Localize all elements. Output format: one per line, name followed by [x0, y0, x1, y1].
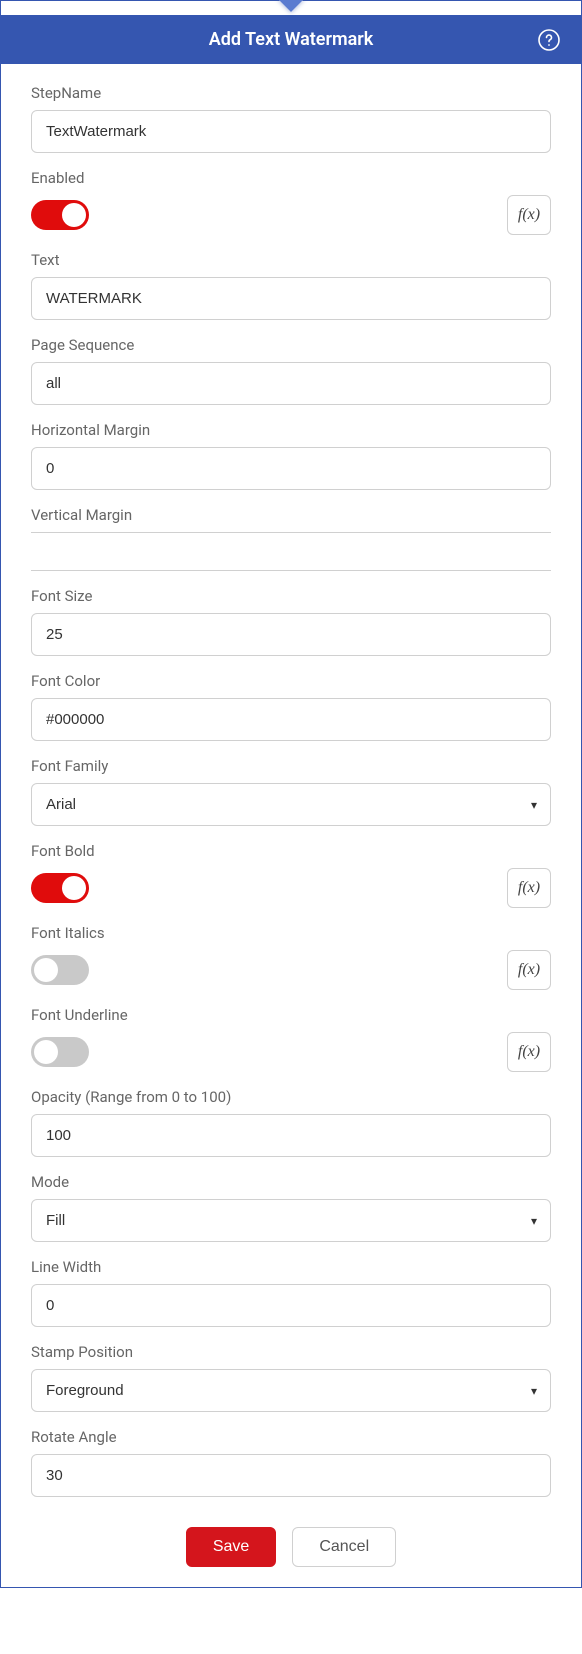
- label-stamp-position: Stamp Position: [31, 1343, 551, 1361]
- dialog-header: Add Text Watermark: [1, 15, 581, 64]
- dialog-arrow-icon: [279, 0, 303, 12]
- fx-button-font-bold[interactable]: f(x): [507, 868, 551, 908]
- field-rotate-angle: Rotate Angle: [31, 1428, 551, 1497]
- field-font-size: Font Size: [31, 587, 551, 656]
- field-vertical-margin: Vertical Margin: [31, 506, 551, 571]
- select-stamp-position[interactable]: [31, 1369, 551, 1412]
- label-font-size: Font Size: [31, 587, 551, 605]
- toggle-enabled[interactable]: [31, 200, 89, 230]
- input-text[interactable]: [31, 277, 551, 320]
- label-line-width: Line Width: [31, 1258, 551, 1276]
- save-button[interactable]: Save: [186, 1527, 276, 1567]
- field-horizontal-margin: Horizontal Margin: [31, 421, 551, 490]
- label-opacity: Opacity (Range from 0 to 100): [31, 1088, 551, 1106]
- dialog-container: Add Text Watermark StepName Enabled f(x)…: [0, 0, 582, 1588]
- label-enabled: Enabled: [31, 169, 551, 187]
- cancel-button[interactable]: Cancel: [292, 1527, 396, 1567]
- field-opacity: Opacity (Range from 0 to 100): [31, 1088, 551, 1157]
- field-line-width: Line Width: [31, 1258, 551, 1327]
- help-icon[interactable]: [537, 28, 561, 52]
- field-mode: Mode ▾: [31, 1173, 551, 1242]
- label-rotate-angle: Rotate Angle: [31, 1428, 551, 1446]
- field-font-bold: Font Bold f(x): [31, 842, 551, 908]
- toggle-font-underline[interactable]: [31, 1037, 89, 1067]
- input-horizontal-margin[interactable]: [31, 447, 551, 490]
- field-font-underline: Font Underline f(x): [31, 1006, 551, 1072]
- toggle-font-italics[interactable]: [31, 955, 89, 985]
- field-enabled: Enabled f(x): [31, 169, 551, 235]
- field-page-sequence: Page Sequence: [31, 336, 551, 405]
- label-horizontal-margin: Horizontal Margin: [31, 421, 551, 439]
- field-font-color: Font Color: [31, 672, 551, 741]
- input-page-sequence[interactable]: [31, 362, 551, 405]
- dialog-title: Add Text Watermark: [209, 29, 374, 50]
- label-font-bold: Font Bold: [31, 842, 551, 860]
- label-text: Text: [31, 251, 551, 269]
- input-vertical-margin[interactable]: [31, 537, 551, 571]
- input-line-width[interactable]: [31, 1284, 551, 1327]
- select-font-family[interactable]: [31, 783, 551, 826]
- label-font-family: Font Family: [31, 757, 551, 775]
- label-mode: Mode: [31, 1173, 551, 1191]
- dialog-body: StepName Enabled f(x) Text Page Sequence…: [1, 64, 581, 1497]
- input-font-color[interactable]: [31, 698, 551, 741]
- label-font-underline: Font Underline: [31, 1006, 551, 1024]
- input-stepname[interactable]: [31, 110, 551, 153]
- label-vertical-margin: Vertical Margin: [31, 506, 551, 524]
- fx-button-font-underline[interactable]: f(x): [507, 1032, 551, 1072]
- dialog-footer: Save Cancel: [1, 1513, 581, 1587]
- input-font-size[interactable]: [31, 613, 551, 656]
- fx-button-font-italics[interactable]: f(x): [507, 950, 551, 990]
- fx-button-enabled[interactable]: f(x): [507, 195, 551, 235]
- input-rotate-angle[interactable]: [31, 1454, 551, 1497]
- field-font-family: Font Family ▾: [31, 757, 551, 826]
- field-font-italics: Font Italics f(x): [31, 924, 551, 990]
- label-page-sequence: Page Sequence: [31, 336, 551, 354]
- label-font-italics: Font Italics: [31, 924, 551, 942]
- select-mode[interactable]: [31, 1199, 551, 1242]
- input-opacity[interactable]: [31, 1114, 551, 1157]
- field-stepname: StepName: [31, 84, 551, 153]
- field-stamp-position: Stamp Position ▾: [31, 1343, 551, 1412]
- label-font-color: Font Color: [31, 672, 551, 690]
- field-text: Text: [31, 251, 551, 320]
- label-stepname: StepName: [31, 84, 551, 102]
- toggle-font-bold[interactable]: [31, 873, 89, 903]
